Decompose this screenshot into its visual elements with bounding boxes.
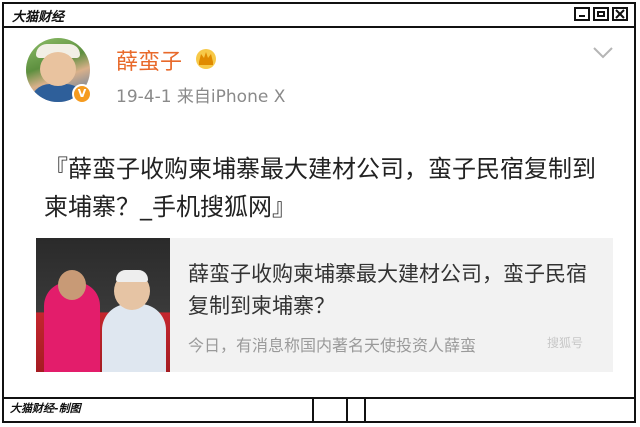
minimize-button[interactable]	[574, 7, 590, 21]
footer-spacer	[348, 399, 358, 421]
footer-label: 大猫财经-制图	[4, 399, 314, 421]
card-thumbnail	[36, 238, 170, 372]
card-subtitle: 今日，有消息称国内著名天使投资人薛蛮	[188, 336, 477, 355]
watermark: 搜狐号	[546, 336, 583, 350]
post-meta: 19-4-1 来自iPhone X	[116, 87, 286, 107]
window-title: 大猫财经	[12, 9, 65, 25]
window-frame: 大猫财经 V 薛蛮子 19-4-1 来自iPhone X 『薛蛮子收购柬埔寨最大…	[2, 2, 636, 423]
card-title: 薛蛮子收购柬埔寨最大建材公司，蛮子民宿复制到柬埔寨？	[188, 262, 587, 318]
crown-icon	[196, 49, 216, 69]
footer-panel	[364, 399, 634, 421]
verified-badge-icon: V	[72, 84, 92, 104]
close-icon	[615, 9, 625, 19]
window-controls	[574, 7, 628, 21]
chevron-down-icon[interactable]	[592, 46, 614, 60]
link-card[interactable]: 薛蛮子收购柬埔寨最大建材公司，蛮子民宿复制到柬埔寨？ 今日，有消息称国内著名天使…	[36, 238, 613, 372]
username[interactable]: 薛蛮子	[116, 44, 182, 76]
close-button[interactable]	[612, 7, 628, 21]
title-bar: 大猫财经	[4, 4, 634, 28]
post-text: 『薛蛮子收购柬埔寨最大建材公司，蛮子民宿复制到柬埔寨？_手机搜狐网』	[44, 155, 596, 221]
footer-bar: 大猫财经-制图	[4, 397, 634, 421]
maximize-button[interactable]	[593, 7, 609, 21]
footer-box	[314, 399, 348, 421]
